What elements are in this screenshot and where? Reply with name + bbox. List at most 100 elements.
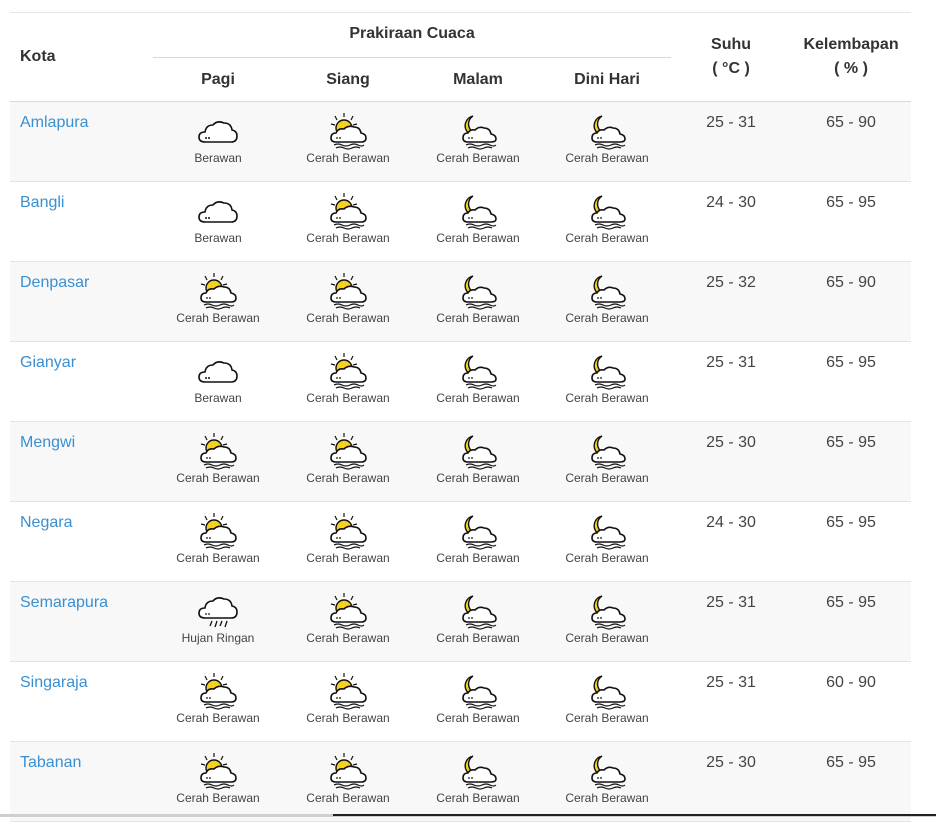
forecast-label: Cerah Berawan bbox=[436, 791, 520, 805]
table-row: Singaraja Cerah Berawan Cerah Berawan Cerah… bbox=[10, 661, 912, 742]
forecast-label: Cerah Berawan bbox=[436, 231, 520, 245]
forecast-cell-dini-hari: Cerah Berawan bbox=[543, 581, 672, 662]
city-link-mengwi[interactable]: Mengwi bbox=[20, 434, 75, 451]
forecast-label: Cerah Berawan bbox=[306, 791, 390, 805]
city-link-negara[interactable]: Negara bbox=[20, 514, 72, 531]
city-link-singaraja[interactable]: Singaraja bbox=[20, 674, 88, 691]
forecast-label: Cerah Berawan bbox=[306, 711, 390, 725]
partly-cloudy-night-icon bbox=[413, 592, 543, 632]
city-link-amlapura[interactable]: Amlapura bbox=[20, 114, 88, 131]
partly-cloudy-night-icon bbox=[413, 432, 543, 472]
forecast-label: Cerah Berawan bbox=[306, 391, 390, 405]
city-link-gianyar[interactable]: Gianyar bbox=[20, 354, 76, 371]
partly-cloudy-day-icon bbox=[283, 752, 413, 792]
city-cell: Singaraja bbox=[10, 661, 153, 742]
table-row: Semarapura Hujan Ringan Cerah Berawan Cerah… bbox=[10, 581, 912, 662]
table-row: Tabanan Cerah Berawan Cerah Berawan Cerah B… bbox=[10, 741, 912, 822]
partly-cloudy-night-icon bbox=[413, 752, 543, 792]
header-kota: Kota bbox=[10, 13, 153, 102]
forecast-cell-malam: Cerah Berawan bbox=[413, 661, 543, 742]
kelembapan-value: 60 - 90 bbox=[791, 661, 912, 742]
header-prakiraan-cuaca: Prakiraan Cuaca bbox=[349, 25, 475, 42]
suhu-value: 25 - 31 bbox=[671, 341, 792, 422]
partly-cloudy-day-icon bbox=[283, 512, 413, 552]
kelembapan-value: 65 - 95 bbox=[791, 181, 912, 262]
kelembapan-value: 65 - 95 bbox=[791, 581, 912, 662]
partly-cloudy-day-icon bbox=[283, 192, 413, 232]
kelembapan-value: 65 - 90 bbox=[791, 261, 912, 342]
forecast-cell-siang: Cerah Berawan bbox=[283, 421, 413, 502]
partly-cloudy-night-icon bbox=[543, 352, 671, 392]
forecast-cell-siang: Cerah Berawan bbox=[283, 581, 413, 662]
forecast-cell-malam: Cerah Berawan bbox=[413, 421, 543, 502]
partly-cloudy-night-icon bbox=[543, 592, 671, 632]
partly-cloudy-night-icon bbox=[543, 512, 671, 552]
suhu-value: 25 - 30 bbox=[671, 741, 792, 822]
suhu-value: 24 - 30 bbox=[671, 181, 792, 262]
forecast-cell-siang: Cerah Berawan bbox=[283, 501, 413, 582]
page-bottom-scroll-edge bbox=[333, 814, 936, 816]
partly-cloudy-day-icon bbox=[283, 672, 413, 712]
forecast-label: Cerah Berawan bbox=[176, 311, 260, 325]
forecast-label: Cerah Berawan bbox=[565, 231, 649, 245]
forecast-label: Cerah Berawan bbox=[565, 791, 649, 805]
partly-cloudy-day-icon bbox=[153, 432, 283, 472]
forecast-cell-malam: Cerah Berawan bbox=[413, 581, 543, 662]
forecast-cell-dini-hari: Cerah Berawan bbox=[543, 501, 672, 582]
city-cell: Negara bbox=[10, 501, 153, 582]
kelembapan-value: 65 - 95 bbox=[791, 421, 912, 502]
partly-cloudy-night-icon bbox=[413, 112, 543, 152]
kelembapan-value: 65 - 95 bbox=[791, 341, 912, 422]
partly-cloudy-night-icon bbox=[543, 432, 671, 472]
table-row: Mengwi Cerah Berawan Cerah Berawan Cerah Be… bbox=[10, 421, 912, 502]
forecast-label: Cerah Berawan bbox=[565, 631, 649, 645]
forecast-label: Hujan Ringan bbox=[181, 631, 255, 645]
table-body: Amlapura Berawan Cerah Berawan Cerah Berawa… bbox=[10, 101, 912, 822]
forecast-cell-siang: Cerah Berawan bbox=[283, 661, 413, 742]
forecast-label: Cerah Berawan bbox=[565, 551, 649, 565]
forecast-cell-siang: Cerah Berawan bbox=[283, 261, 413, 342]
table-row: Denpasar Cerah Berawan Cerah Berawan Cerah … bbox=[10, 261, 912, 342]
partly-cloudy-day-icon bbox=[283, 272, 413, 312]
forecast-label: Cerah Berawan bbox=[176, 471, 260, 485]
header-pagi: Pagi bbox=[153, 57, 283, 102]
forecast-label: Cerah Berawan bbox=[306, 471, 390, 485]
kelembapan-value: 65 - 90 bbox=[791, 101, 912, 182]
forecast-cell-dini-hari: Cerah Berawan bbox=[543, 261, 672, 342]
cloudy-icon bbox=[153, 352, 283, 392]
table-row: Gianyar Berawan Cerah Berawan Cerah Berawan… bbox=[10, 341, 912, 422]
city-link-denpasar[interactable]: Denpasar bbox=[20, 274, 89, 291]
partly-cloudy-night-icon bbox=[413, 352, 543, 392]
forecast-cell-malam: Cerah Berawan bbox=[413, 341, 543, 422]
suhu-value: 24 - 30 bbox=[671, 501, 792, 582]
city-cell: Semarapura bbox=[10, 581, 153, 662]
kelembapan-value: 65 - 95 bbox=[791, 741, 912, 822]
forecast-label: Cerah Berawan bbox=[176, 711, 260, 725]
suhu-value: 25 - 31 bbox=[671, 581, 792, 662]
forecast-label: Cerah Berawan bbox=[436, 311, 520, 325]
city-link-tabanan[interactable]: Tabanan bbox=[20, 754, 81, 771]
forecast-cell-pagi: Berawan bbox=[153, 341, 283, 422]
forecast-label: Cerah Berawan bbox=[436, 711, 520, 725]
suhu-value: 25 - 30 bbox=[671, 421, 792, 502]
city-cell: Denpasar bbox=[10, 261, 153, 342]
header-kelembapan: Kelembapan ( % ) bbox=[791, 13, 912, 102]
city-cell: Gianyar bbox=[10, 341, 153, 422]
weather-forecast-table: Kota Prakiraan Cuaca Suhu ( °C ) Kelemba… bbox=[10, 13, 912, 822]
city-cell: Mengwi bbox=[10, 421, 153, 502]
forecast-label: Berawan bbox=[194, 151, 242, 165]
forecast-cell-dini-hari: Cerah Berawan bbox=[543, 101, 672, 182]
forecast-label: Cerah Berawan bbox=[565, 311, 649, 325]
forecast-label: Cerah Berawan bbox=[176, 791, 260, 805]
forecast-label: Cerah Berawan bbox=[436, 151, 520, 165]
partly-cloudy-night-icon bbox=[543, 752, 671, 792]
kelembapan-value: 65 - 95 bbox=[791, 501, 912, 582]
forecast-label: Cerah Berawan bbox=[436, 551, 520, 565]
table-row: Amlapura Berawan Cerah Berawan Cerah Berawa… bbox=[10, 101, 912, 182]
partly-cloudy-night-icon bbox=[413, 672, 543, 712]
city-link-semarapura[interactable]: Semarapura bbox=[20, 594, 108, 611]
forecast-cell-siang: Cerah Berawan bbox=[283, 101, 413, 182]
partly-cloudy-day-icon bbox=[283, 112, 413, 152]
city-link-bangli[interactable]: Bangli bbox=[20, 194, 64, 211]
header-dini-hari: Dini Hari bbox=[543, 57, 672, 102]
